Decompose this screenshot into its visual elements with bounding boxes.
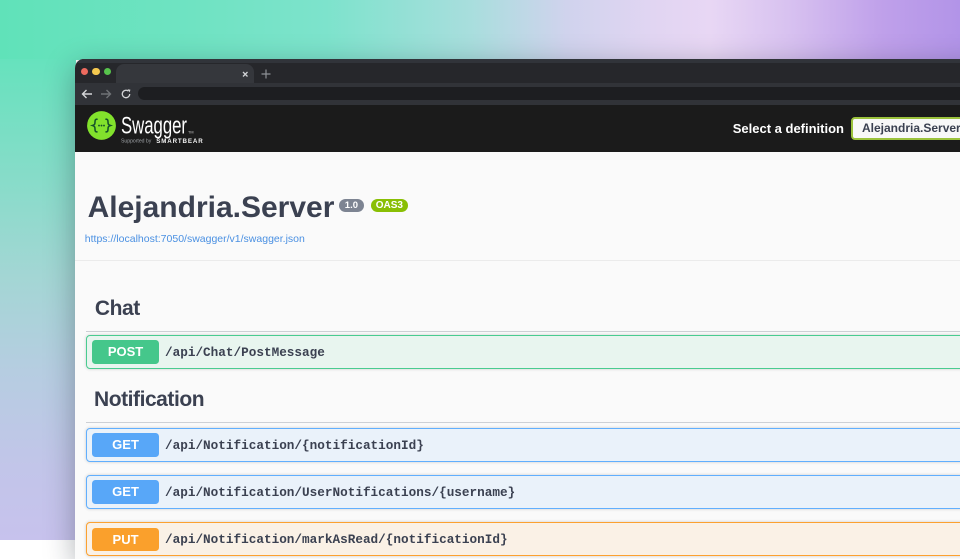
svg-text:SMARTBEAR: SMARTBEAR <box>156 138 204 145</box>
svg-text:Supported by: Supported by <box>121 138 152 144</box>
svg-text:Swagger: Swagger <box>121 115 187 140</box>
svg-text:TM: TM <box>188 131 193 135</box>
